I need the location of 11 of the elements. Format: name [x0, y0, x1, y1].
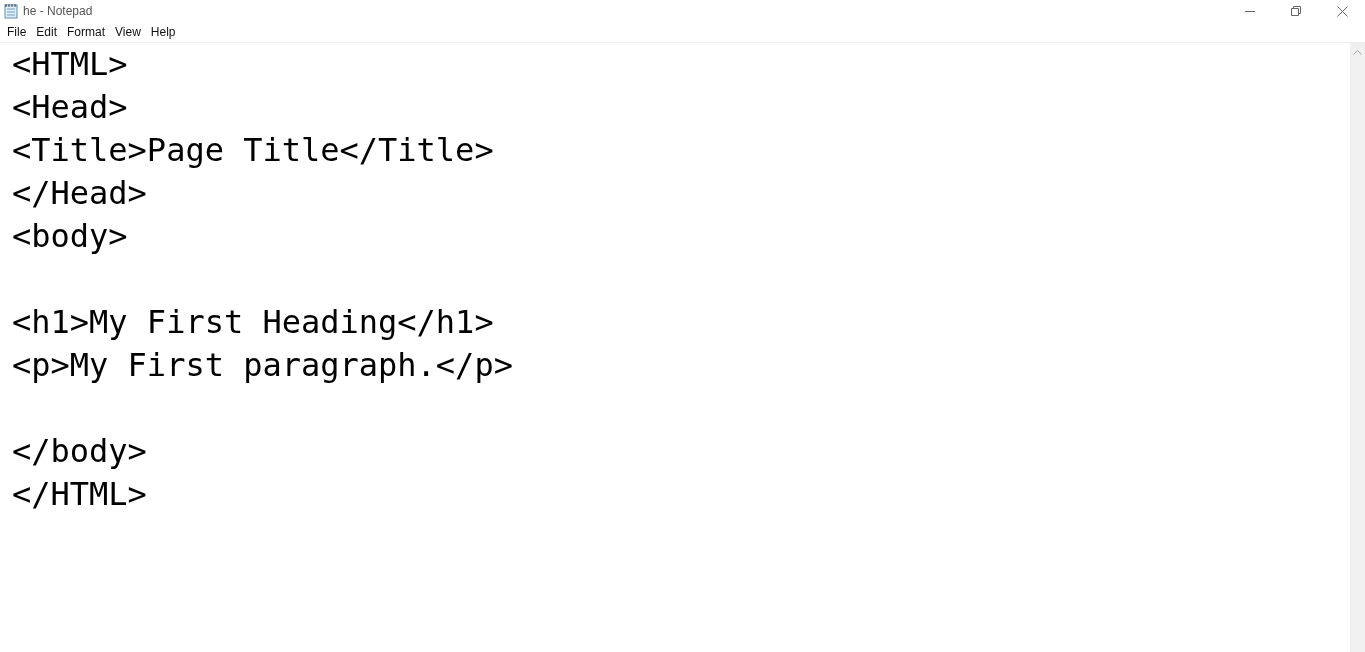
document-text[interactable]: <HTML> <Head> <Title>Page Title</Title> </Head> <body> <h1>My First Heading</h1> <p>My First paragraph.</p> </body> </HTML>	[0, 43, 1350, 652]
restore-icon[interactable]	[1291, 6, 1301, 16]
menu-item[interactable]: Edit	[31, 25, 63, 39]
notepad-icon	[4, 3, 18, 19]
menu-item[interactable]: File	[2, 25, 32, 39]
scrollbar[interactable]	[1350, 43, 1365, 652]
window-title: he - Notepad	[23, 4, 93, 18]
menu-item[interactable]: View	[110, 25, 146, 39]
menu-item[interactable]: Help	[145, 25, 181, 39]
close-icon[interactable]	[1336, 5, 1348, 17]
menu-item[interactable]: Format	[62, 25, 111, 39]
